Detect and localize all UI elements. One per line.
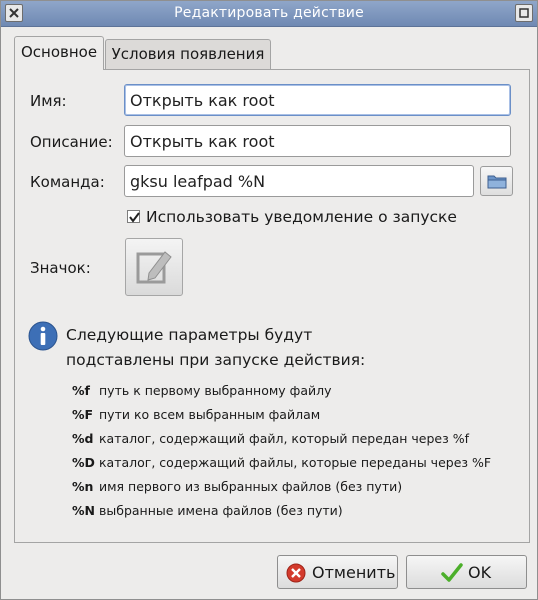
param-description: пути ко всем выбранным файлам (99, 407, 321, 422)
info-icon (28, 321, 58, 351)
description-field[interactable]: Открыть как root (124, 125, 511, 157)
list-item: %d каталог, содержащий файл, который пер… (72, 431, 512, 455)
param-code: %D (72, 455, 95, 470)
command-field[interactable]: gksu leafpad %N (124, 165, 474, 197)
param-description: путь к первому выбранному файлу (99, 383, 332, 398)
tab-general[interactable]: Основное (14, 36, 104, 70)
folder-icon (487, 175, 507, 189)
cancel-icon (286, 563, 306, 583)
list-item: %N выбранные имена файлов (без пути) (72, 503, 512, 527)
list-item: %F пути ко всем выбранным файлам (72, 407, 512, 431)
startup-notify-checkbox[interactable] (127, 210, 140, 223)
parameters-list: %f путь к первому выбранному файлу %F пу… (72, 383, 512, 527)
cancel-button-label: Отменить (312, 563, 396, 582)
window-maximize-button[interactable] (515, 4, 533, 22)
info-line-2: подставлены при запуске действия: (66, 351, 366, 369)
info-line-1: Следующие параметры будут (66, 326, 313, 344)
icon-label: Значок: (30, 259, 91, 277)
param-description: каталог, содержащий файл, который переда… (99, 431, 469, 446)
param-description: имя первого из выбранных файлов (без пут… (99, 479, 403, 494)
param-code: %d (72, 431, 94, 446)
list-item: %f путь к первому выбранному файлу (72, 383, 512, 407)
list-item: %D каталог, содержащий файлы, которые пе… (72, 455, 512, 479)
param-description: выбранные имена файлов (без пути) (99, 503, 343, 518)
choose-icon-button[interactable] (125, 238, 183, 296)
description-label: Описание: (30, 133, 113, 151)
name-label: Имя: (30, 92, 67, 110)
edit-pencil-icon (136, 251, 172, 284)
ok-button-label: OK (468, 563, 492, 582)
checkmark-icon (129, 212, 140, 223)
param-code: %F (72, 407, 94, 422)
title-bar[interactable]: Редактировать действие (1, 1, 537, 27)
maximize-icon (519, 8, 529, 18)
info-text: Следующие параметры будут подставлены пр… (66, 323, 496, 373)
browse-command-button[interactable] (480, 166, 513, 196)
param-description: каталог, содержащий файлы, которые перед… (99, 455, 492, 470)
ok-checkmark-icon (441, 563, 463, 582)
edit-action-dialog: Редактировать действие Основное Условия … (0, 0, 538, 600)
param-code: %f (72, 383, 90, 398)
cancel-button[interactable]: Отменить (277, 555, 398, 589)
window-title: Редактировать действие (174, 5, 364, 21)
list-item: %n имя первого из выбранных файлов (без … (72, 479, 512, 503)
param-code: %n (72, 479, 94, 494)
ok-button[interactable]: OK (406, 555, 527, 589)
startup-notify-label[interactable]: Использовать уведомление о запуске (146, 208, 457, 226)
command-label: Команда: (30, 173, 105, 191)
name-field[interactable]: Открыть как root (124, 84, 511, 116)
tab-appearance-conditions[interactable]: Условия появления (105, 39, 271, 69)
param-code: %N (72, 503, 95, 518)
